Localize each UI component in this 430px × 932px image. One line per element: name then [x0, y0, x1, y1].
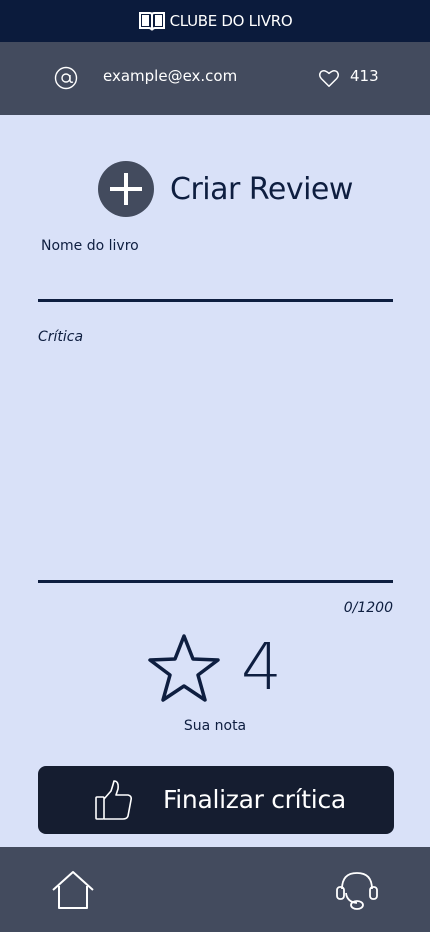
likes-count: 413	[350, 67, 379, 85]
headset-icon[interactable]	[334, 867, 380, 913]
submit-label: Finalizar crítica	[163, 785, 346, 814]
review-label: Crítica	[38, 329, 84, 345]
at-icon	[54, 66, 78, 90]
rating-label: Sua nota	[183, 718, 247, 734]
book-icon	[138, 12, 165, 31]
book-name-label: Nome do livro	[41, 238, 139, 254]
user-email: example@ex.com	[103, 67, 238, 85]
rating-value: 4	[241, 631, 282, 705]
bottom-nav	[0, 847, 430, 932]
home-icon[interactable]	[50, 869, 96, 911]
create-review-header: Criar Review	[98, 161, 353, 217]
page-title: Criar Review	[170, 171, 353, 207]
rating-control[interactable]: 4	[147, 632, 282, 704]
user-info-bar: example@ex.com 413	[0, 42, 430, 115]
star-icon[interactable]	[147, 632, 221, 704]
review-textarea[interactable]	[38, 350, 393, 583]
book-name-input[interactable]	[38, 258, 393, 302]
char-counter: 0/1200	[343, 600, 393, 616]
plus-icon	[98, 161, 154, 217]
thumbs-up-icon	[95, 780, 132, 820]
app-header: CLUBE DO LIVRO	[0, 0, 430, 42]
app-title: CLUBE DO LIVRO	[169, 12, 293, 30]
heart-icon[interactable]	[318, 67, 340, 89]
submit-review-button[interactable]: Finalizar crítica	[38, 766, 394, 834]
